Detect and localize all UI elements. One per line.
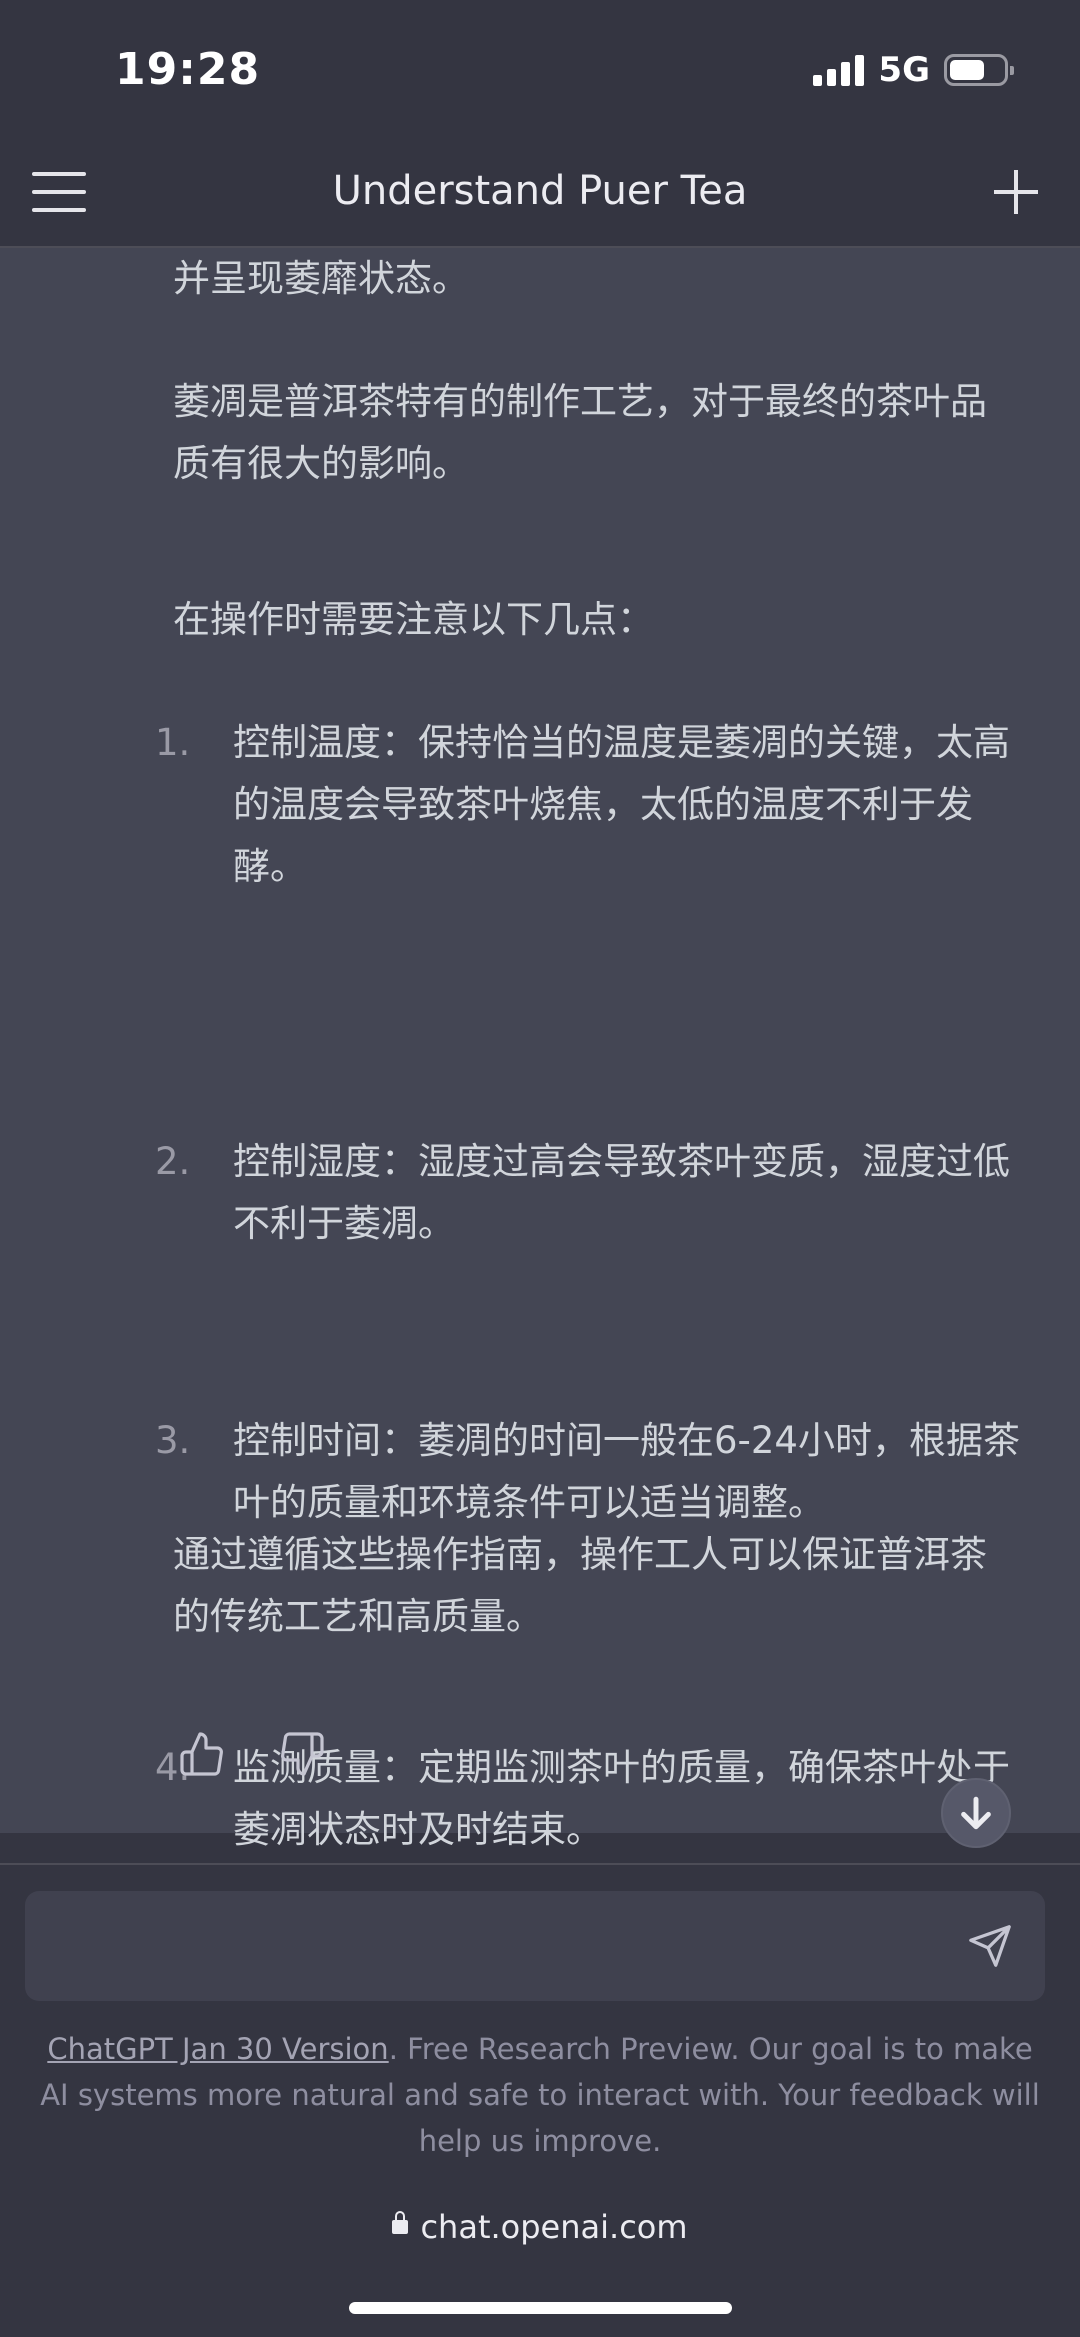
status-bar: 19:28 5G <box>0 0 1080 140</box>
home-indicator[interactable] <box>349 2302 732 2314</box>
list-item-text: 监测质量：定期监测茶叶的质量，确保茶叶处于萎凋状态时及时结束。 <box>233 1746 1010 1851</box>
list-number: 1. <box>155 721 191 764</box>
plus-icon[interactable] <box>994 170 1038 214</box>
send-icon[interactable] <box>967 1923 1013 1969</box>
thumbs-up-icon[interactable] <box>178 1730 226 1778</box>
list-number: 2. <box>155 1140 191 1183</box>
list-item: 2. 控制湿度：湿度过高会导致茶叶变质，湿度过低不利于萎凋。 <box>140 1131 1020 1255</box>
status-time: 19:28 <box>115 44 261 95</box>
browser-url-bar[interactable]: chat.openai.com <box>0 2208 1080 2246</box>
message-paragraph: 在操作时需要注意以下几点： <box>173 598 654 641</box>
list-item: 1. 控制温度：保持恰当的温度是萎凋的关键，太高的温度会导致茶叶烧焦，太低的温度… <box>140 712 1020 898</box>
list-item-text: 控制温度：保持恰当的温度是萎凋的关键，太高的温度会导致茶叶烧焦，太低的温度不利于… <box>233 721 1010 888</box>
message-input[interactable] <box>25 1891 1045 2001</box>
conversation-title: Understand Puer Tea <box>332 168 748 214</box>
url-text: chat.openai.com <box>420 2208 688 2246</box>
version-link[interactable]: ChatGPT Jan 30 Version <box>47 2032 388 2066</box>
battery-icon <box>944 54 1014 86</box>
divider <box>0 1863 1080 1865</box>
thumbs-down-icon[interactable] <box>278 1730 326 1778</box>
disclaimer: ChatGPT Jan 30 Version. Free Research Pr… <box>40 2026 1040 2164</box>
list-item: 3. 控制时间：萎凋的时间一般在6-24小时，根据茶叶的质量和环境条件可以适当调… <box>140 1410 1020 1534</box>
status-indicators: 5G <box>813 50 1014 90</box>
scroll-to-bottom-button[interactable] <box>941 1778 1011 1848</box>
ordered-list: 1. 控制温度：保持恰当的温度是萎凋的关键，太高的温度会导致茶叶烧焦，太低的温度… <box>140 712 1020 1851</box>
chat-header: Understand Puer Tea <box>0 140 1080 248</box>
list-item-text: 控制时间：萎凋的时间一般在6-24小时，根据茶叶的质量和环境条件可以适当调整。 <box>233 1419 1020 1524</box>
arrow-down-icon <box>961 1796 991 1830</box>
signal-icon <box>813 54 865 86</box>
network-type: 5G <box>878 50 930 90</box>
lock-icon <box>392 2211 409 2234</box>
list-item-text: 控制湿度：湿度过高会导致茶叶变质，湿度过低不利于萎凋。 <box>233 1140 1010 1245</box>
message-paragraph: 并呈现萎靡状态。 <box>173 257 469 300</box>
list-number: 3. <box>155 1419 191 1462</box>
message-paragraph: 萎凋是普洱茶特有的制作工艺，对于最终的茶叶品质有很大的影响。 <box>173 380 987 485</box>
message-paragraph: 通过遵循这些操作指南，操作工人可以保证普洱茶的传统工艺和高质量。 <box>173 1533 987 1638</box>
list-item: 4. 监测质量：定期监测茶叶的质量，确保茶叶处于萎凋状态时及时结束。 <box>140 1737 1020 1861</box>
assistant-message: 并呈现萎靡状态。 萎凋是普洱茶特有的制作工艺，对于最终的茶叶品质有很大的影响。 … <box>0 248 1080 1851</box>
